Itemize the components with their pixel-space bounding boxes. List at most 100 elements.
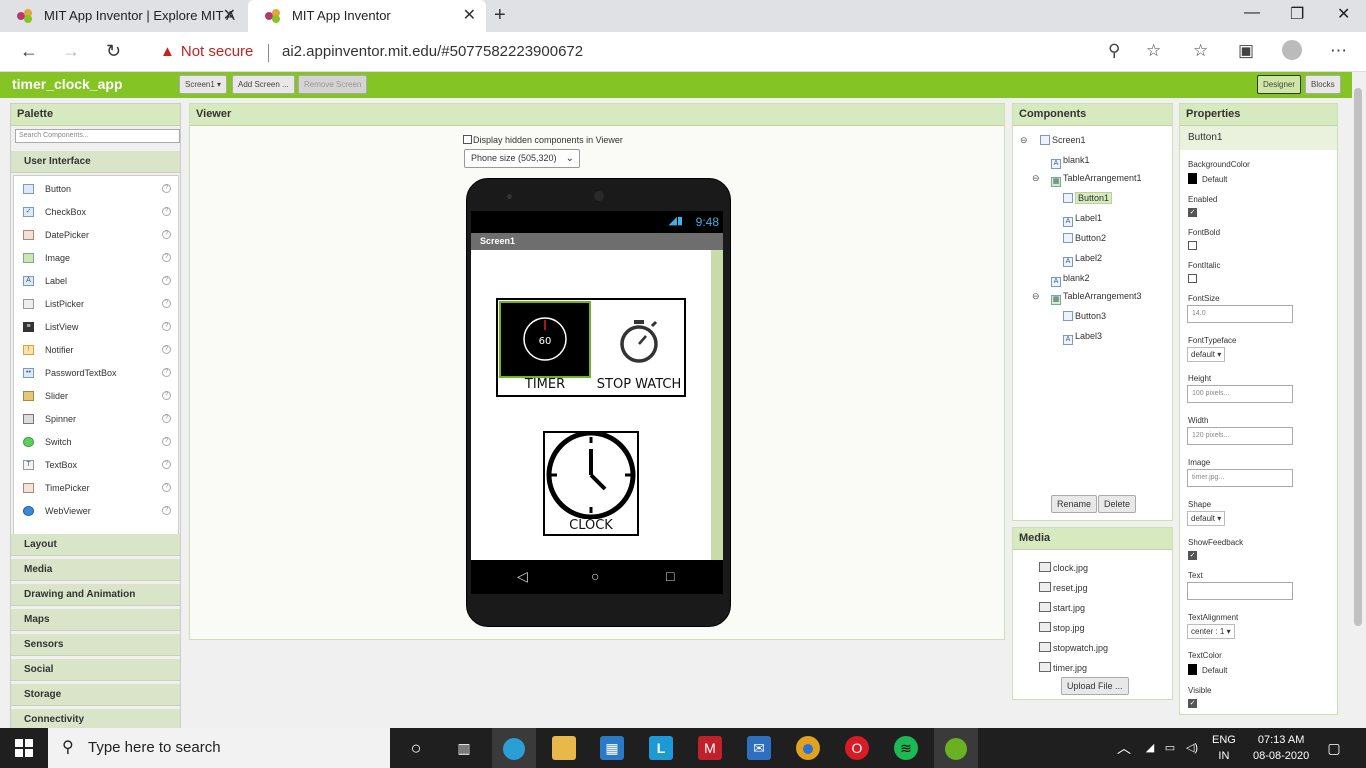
tree-item-blank2[interactable]: Ablank2 — [1051, 273, 1090, 287]
security-indicator[interactable]: ▲ Not secure — [160, 43, 253, 60]
volume-icon[interactable]: ◁) — [1180, 736, 1204, 760]
file-explorer-icon[interactable] — [552, 736, 576, 760]
close-window-icon[interactable]: ✕ — [1337, 4, 1350, 24]
help-icon[interactable]: ? — [162, 230, 171, 239]
fonttypeface-select[interactable]: default ▾ — [1187, 347, 1226, 362]
clock-button[interactable] — [545, 430, 637, 520]
background-color-value[interactable]: Default — [1188, 173, 1227, 184]
palette-item-checkbox[interactable]: ✓ CheckBox? — [14, 201, 178, 224]
page-scrollbar-thumb[interactable] — [1354, 88, 1362, 626]
category-user-interface[interactable]: User Interface — [11, 151, 180, 173]
palette-item-listpicker[interactable]: ListPicker? — [14, 293, 178, 316]
media-file[interactable]: reset.jpg — [1039, 582, 1088, 593]
help-icon[interactable]: ? — [162, 437, 171, 446]
palette-item-textbox[interactable]: T TextBox? — [14, 454, 178, 477]
mail-icon[interactable]: ✉ — [747, 736, 771, 760]
restore-icon[interactable]: ❐ — [1290, 4, 1304, 24]
palette-item-image[interactable]: Image? — [14, 247, 178, 270]
blocks-button[interactable]: Blocks — [1305, 75, 1341, 94]
browser-tab-explore[interactable]: MIT App Inventor | Explore MIT A ✕ — [0, 0, 246, 32]
media-file[interactable]: stop.jpg — [1039, 622, 1085, 633]
favorites-icon[interactable]: ☆ — [1193, 41, 1208, 61]
store-icon[interactable]: ▦ — [600, 736, 624, 760]
text-input[interactable] — [1187, 582, 1293, 600]
textalignment-select[interactable]: center : 1 ▾ — [1187, 624, 1235, 639]
help-icon[interactable]: ? — [162, 322, 171, 331]
tree-item-label3[interactable]: A Label3 — [1063, 331, 1102, 345]
palette-item-switch[interactable]: Switch? — [14, 431, 178, 454]
display-hidden-checkbox[interactable]: Display hidden components in Viewer — [463, 135, 623, 145]
palette-item-listview[interactable]: ≡ ListView? — [14, 316, 178, 339]
media-file[interactable]: start.jpg — [1039, 602, 1085, 613]
minimize-icon[interactable]: — — [1244, 4, 1260, 22]
category-maps[interactable]: Maps — [11, 609, 180, 631]
notifications-icon[interactable]: ▢ — [1322, 736, 1346, 760]
category-drawing-animation[interactable]: Drawing and Animation — [11, 584, 180, 606]
battery-icon[interactable]: ▭ — [1158, 736, 1182, 760]
phone-size-select[interactable]: Phone size (505,320) ⌄ — [464, 149, 580, 168]
zoom-icon[interactable]: ⚲ — [1108, 41, 1120, 61]
language-indicator[interactable]: ENG IN — [1212, 732, 1236, 764]
tree-item-label1[interactable]: A Label1 — [1063, 213, 1102, 227]
tree-item-blank1[interactable]: Ablank1 — [1051, 155, 1090, 169]
taskbar-clock[interactable]: 07:13 AM 08-08-2020 — [1253, 732, 1309, 764]
media-file[interactable]: stopwatch.jpg — [1039, 642, 1108, 653]
help-icon[interactable]: ? — [162, 345, 171, 354]
shape-select[interactable]: default ▾ — [1187, 511, 1226, 526]
tree-item-tablearrangement1[interactable]: ▦ TableArrangement1 — [1051, 173, 1142, 187]
enabled-checkbox[interactable]: ✓ — [1188, 208, 1197, 217]
help-icon[interactable]: ? — [162, 207, 171, 216]
table-arrangement-1[interactable]: 60 TIMER STOP WATCH — [496, 298, 686, 397]
palette-item-slider[interactable]: Slider? — [14, 385, 178, 408]
forward-icon[interactable]: → — [62, 41, 80, 62]
tree-item-button3[interactable]: Button3 — [1063, 311, 1106, 321]
new-tab-icon[interactable]: + — [494, 4, 506, 27]
stopwatch-button[interactable] — [594, 304, 684, 376]
close-tab-icon[interactable]: ✕ — [463, 0, 476, 32]
palette-item-button[interactable]: Button? — [14, 178, 178, 201]
fontitalic-checkbox[interactable] — [1188, 274, 1197, 283]
palette-item-datepicker[interactable]: DatePicker? — [14, 224, 178, 247]
rename-button[interactable]: Rename — [1051, 495, 1098, 513]
opera-icon[interactable]: O — [845, 736, 869, 760]
windows-start-icon[interactable] — [15, 739, 33, 757]
palette-item-notifier[interactable]: ! Notifier? — [14, 339, 178, 362]
category-sensors[interactable]: Sensors — [11, 634, 180, 656]
category-media[interactable]: Media — [11, 559, 180, 581]
help-icon[interactable]: ? — [162, 391, 171, 400]
palette-item-spinner[interactable]: Spinner? — [14, 408, 178, 431]
address-bar[interactable]: ai2.appinventor.mit.edu/#507758222390067… — [282, 43, 583, 60]
search-components-input[interactable]: Search Components... — [15, 129, 180, 143]
taskbar-search[interactable]: ⚲ Type here to search — [48, 728, 390, 768]
media-file[interactable]: clock.jpg — [1039, 562, 1088, 573]
reload-icon[interactable]: ↻ — [106, 41, 121, 62]
add-screen-button[interactable]: Add Screen ... — [232, 75, 295, 94]
checkbox[interactable] — [463, 135, 472, 144]
palette-item-label[interactable]: A Label? — [14, 270, 178, 293]
upload-file-button[interactable]: Upload File ... — [1061, 677, 1129, 695]
help-icon[interactable]: ? — [162, 460, 171, 469]
help-icon[interactable]: ? — [162, 414, 171, 423]
browser-tab-active[interactable]: MIT App Inventor ✕ — [248, 0, 486, 32]
help-icon[interactable]: ? — [162, 253, 171, 262]
utorrent-icon[interactable] — [934, 728, 978, 768]
app-l-icon[interactable]: L — [649, 736, 673, 760]
tree-item-screen1[interactable]: Screen1 — [1040, 135, 1086, 145]
help-icon[interactable]: ? — [162, 184, 171, 193]
category-storage[interactable]: Storage — [11, 684, 180, 706]
collapse-icon[interactable]: ⊖ — [1032, 291, 1040, 302]
collapse-icon[interactable]: ⊖ — [1032, 173, 1040, 184]
timer-button[interactable]: 60 — [499, 301, 591, 378]
showfeedback-checkbox[interactable]: ✓ — [1188, 551, 1197, 560]
palette-item-timepicker[interactable]: TimePicker? — [14, 477, 178, 500]
spotify-icon[interactable]: ≋ — [894, 736, 918, 760]
star-icon[interactable]: ☆ — [1146, 41, 1161, 61]
collapse-icon[interactable]: ⊖ — [1020, 135, 1028, 146]
media-file[interactable]: timer.jpg — [1039, 662, 1087, 673]
help-icon[interactable]: ? — [162, 299, 171, 308]
back-icon[interactable]: ← — [20, 41, 38, 62]
palette-item-webviewer[interactable]: WebViewer? — [14, 500, 178, 523]
category-social[interactable]: Social — [11, 659, 180, 681]
tree-item-button1[interactable]: Button1 — [1063, 192, 1113, 204]
screen-select[interactable]: Screen1 ▾ — [179, 75, 228, 94]
